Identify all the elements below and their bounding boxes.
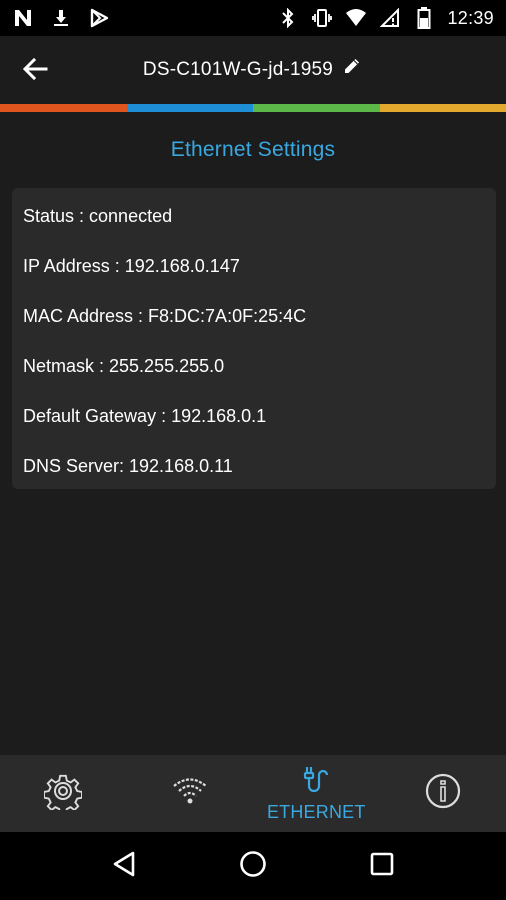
- download-icon: [50, 7, 72, 29]
- system-back-button[interactable]: [104, 846, 144, 886]
- app-header: DS-C101W-G-jd-1959: [0, 36, 506, 104]
- bottom-nav: ETHERNET: [0, 755, 506, 832]
- info-icon: [424, 772, 462, 815]
- color-strip-orange: [0, 104, 127, 112]
- nav-item-settings[interactable]: [0, 755, 127, 832]
- back-button[interactable]: [18, 56, 52, 86]
- system-nav-bar: [0, 832, 506, 900]
- color-strip-yellow: [379, 104, 506, 112]
- recents-square-icon: [369, 851, 395, 882]
- edit-name-button[interactable]: [341, 57, 363, 79]
- app-screen: DS-C101W-G-jd-1959 Ethernet Settings Sta…: [0, 36, 506, 832]
- system-recents-button[interactable]: [362, 846, 402, 886]
- device-title: DS-C101W-G-jd-1959: [142, 59, 334, 80]
- back-triangle-icon: [111, 850, 137, 883]
- nav-item-wifi[interactable]: [127, 755, 254, 832]
- default-gateway-row: Default Gateway : 192.168.0.1: [23, 406, 267, 426]
- dns-server-row: DNS Server: 192.168.0.11: [23, 456, 233, 476]
- arrow-back-icon: [22, 57, 48, 86]
- section-title: Ethernet Settings: [170, 138, 336, 161]
- status-bar: 12:39: [0, 0, 506, 36]
- home-circle-icon: [238, 849, 268, 884]
- plug-icon: [301, 765, 331, 800]
- color-strip-blue: [126, 104, 253, 112]
- nav-item-info[interactable]: [380, 755, 506, 832]
- netmask-row: Netmask : 255.255.255.0: [23, 356, 225, 376]
- status-time: 12:39: [447, 7, 494, 28]
- mac-address-row: MAC Address : F8:DC:7A:0F:25:4C: [23, 306, 307, 326]
- pencil-icon: [342, 56, 362, 81]
- ip-address-row: IP Address : 192.168.0.147: [23, 256, 240, 276]
- nav-item-ethernet[interactable]: ETHERNET: [253, 755, 380, 832]
- play-store-icon: [88, 7, 110, 29]
- nav-label-ethernet: ETHERNET: [266, 801, 366, 822]
- color-strip: [0, 104, 506, 112]
- n-notification-icon: [12, 7, 34, 29]
- vibrate-icon: [311, 7, 333, 29]
- color-strip-green: [253, 104, 380, 112]
- wifi-icon: [345, 7, 367, 29]
- ethernet-info-card: Status : connected IP Address : 192.168.…: [12, 188, 496, 489]
- battery-icon: [413, 7, 435, 29]
- gear-icon: [43, 772, 84, 815]
- bluetooth-icon: [277, 7, 299, 29]
- status-row: Status : connected: [23, 206, 173, 226]
- no-sim-icon: [379, 7, 401, 29]
- wifi-icon: [171, 775, 209, 812]
- system-home-button[interactable]: [233, 846, 273, 886]
